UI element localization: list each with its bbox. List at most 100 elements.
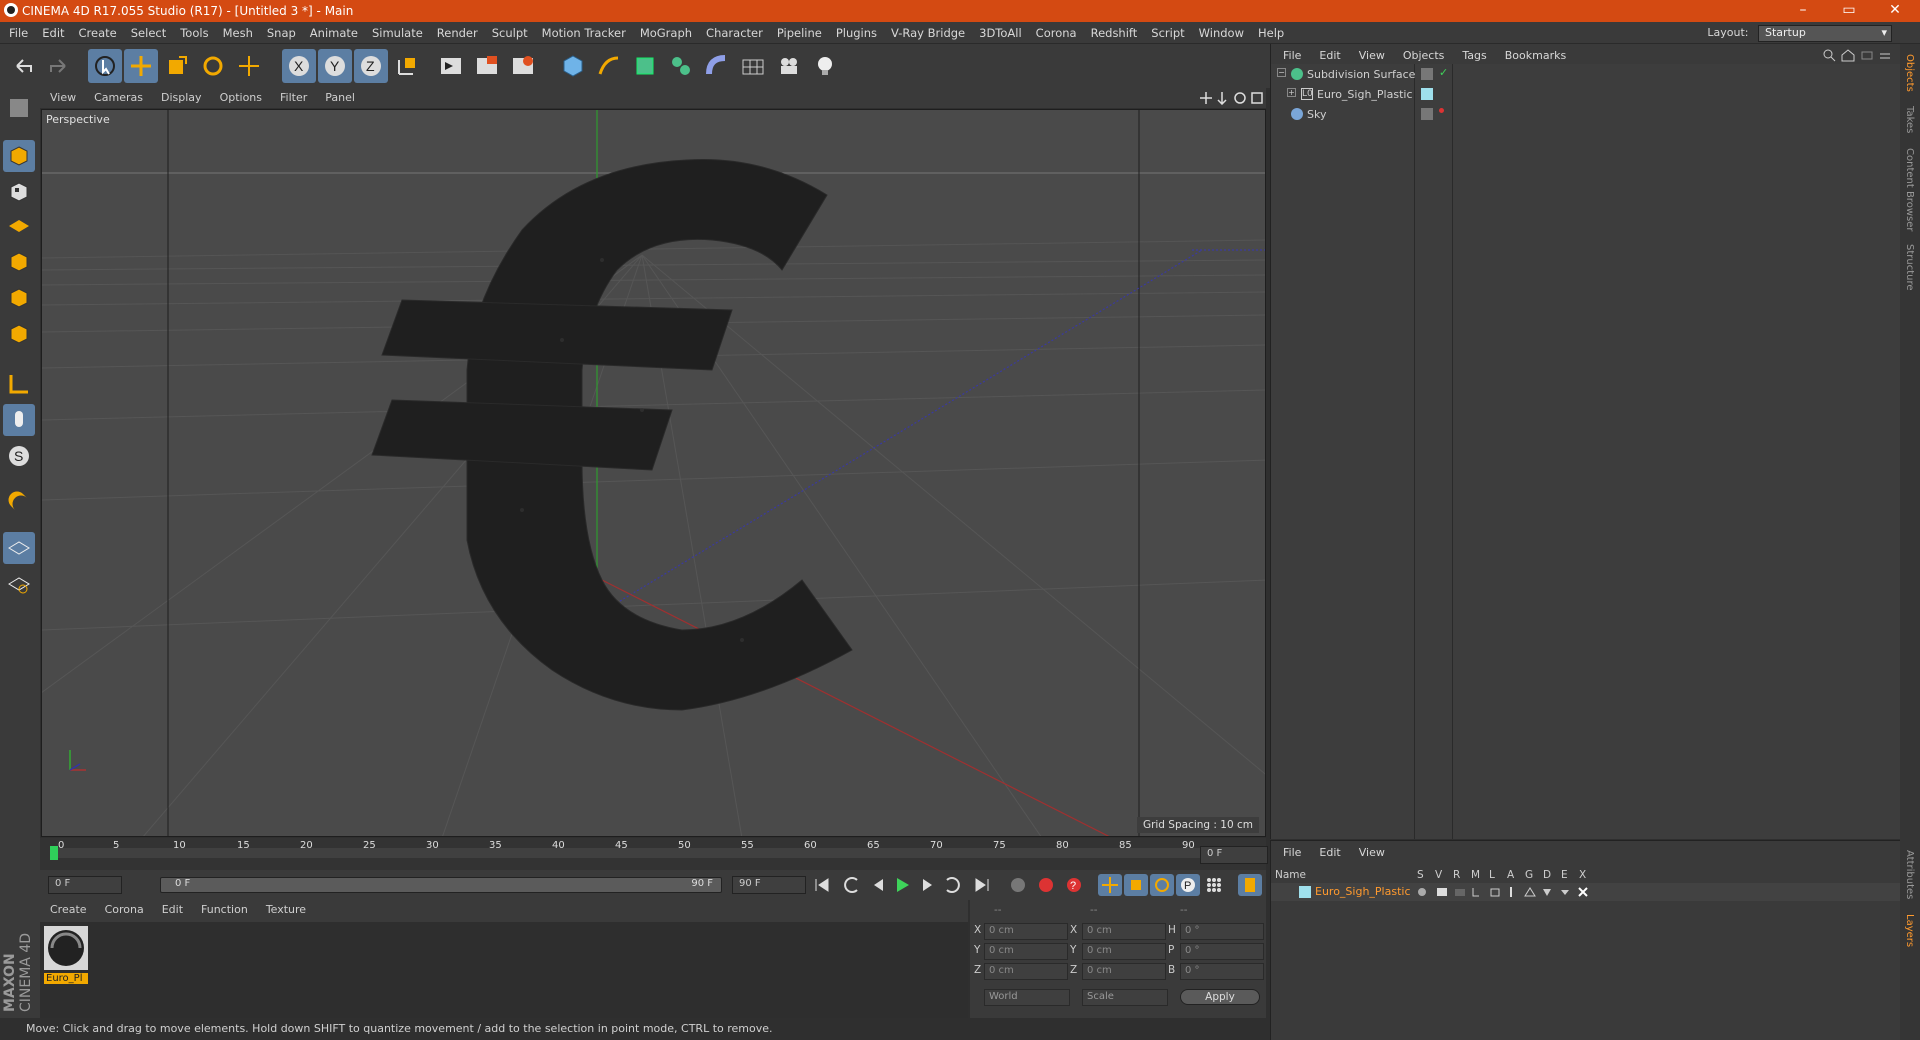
rot-p-field[interactable]: 0 ° [1180,943,1264,960]
tab-objects[interactable]: Objects [1904,54,1915,92]
perspective-viewport[interactable]: Perspective Grid Spacing : 10 cm [41,109,1266,837]
tab-attributes[interactable]: Attributes [1904,850,1915,899]
vp-menu-view[interactable]: View [40,88,84,104]
obj-menu-file[interactable]: File [1271,44,1307,62]
menu-plugins[interactable]: Plugins [827,22,882,40]
points-mode-icon[interactable] [3,246,35,278]
menu-sculpt[interactable]: Sculpt [483,22,533,40]
layer-menu-view[interactable]: View [1347,841,1391,859]
layer-color-swatch[interactable] [1299,886,1311,898]
transform-tool-icon[interactable] [232,49,266,83]
tab-content-browser[interactable]: Content Browser [1904,148,1915,231]
cube-object-icon[interactable] [556,49,590,83]
obj-menu-bookmarks[interactable]: Bookmarks [1493,44,1572,62]
y-axis-lock-icon[interactable]: Y [318,49,352,83]
autokey-icon[interactable] [1034,874,1058,896]
key-parameter-icon[interactable]: P [1176,874,1200,896]
object-manager-nav-icons[interactable] [1822,48,1892,62]
collapse-toggle-icon[interactable]: − [1277,68,1286,77]
prev-key-icon[interactable] [840,874,864,896]
coordinate-system-icon[interactable] [390,49,424,83]
object-row-sky[interactable]: Sky [1271,104,1901,124]
layer-menu-edit[interactable]: Edit [1307,841,1346,859]
frame-range-slider[interactable]: 0 F 90 F [160,877,722,893]
key-position-icon[interactable] [1098,874,1122,896]
menu-edit[interactable]: Edit [33,22,69,40]
rotate-tool-icon[interactable] [196,49,230,83]
rot-b-field[interactable]: 0 ° [1180,963,1264,980]
tab-structure[interactable]: Structure [1904,244,1915,291]
start-frame-field[interactable]: 0 F [48,876,122,894]
polygons-mode-icon[interactable] [3,318,35,350]
menu-character[interactable]: Character [697,22,768,40]
menu-create[interactable]: Create [70,22,122,40]
z-axis-lock-icon[interactable]: Z [354,49,388,83]
mat-menu-edit[interactable]: Edit [152,900,191,916]
obj-menu-view[interactable]: View [1347,44,1391,62]
object-row-subdivision-surface[interactable]: − Subdivision Surface ✓ [1271,64,1901,84]
menu-render[interactable]: Render [428,22,483,40]
menu-mesh[interactable]: Mesh [214,22,258,40]
workplane-mode-icon[interactable] [3,208,35,240]
apply-button[interactable]: Apply [1180,989,1260,1005]
redo-button[interactable] [42,49,76,83]
key-rotation-icon[interactable] [1150,874,1174,896]
menu-snap[interactable]: Snap [258,22,301,40]
model-mode-icon[interactable] [3,140,35,172]
grid-lock-icon[interactable] [3,532,35,564]
prev-frame-icon[interactable] [866,874,890,896]
deformer-icon[interactable] [700,49,734,83]
pen-spline-icon[interactable] [592,49,626,83]
size-x-field[interactable]: 0 cm [1082,923,1166,940]
pos-z-field[interactable]: 0 cm [984,963,1068,980]
menu-corona[interactable]: Corona [1027,22,1082,40]
menu-vray-bridge[interactable]: V-Ray Bridge [882,22,970,40]
live-selection-tool-icon[interactable] [88,49,122,83]
layout-dropdown[interactable]: Startup [1758,25,1892,42]
make-editable-icon[interactable] [3,92,35,124]
size-z-field[interactable]: 0 cm [1082,963,1166,980]
camera-icon[interactable] [772,49,806,83]
viewport-navigation-icons[interactable] [1200,91,1264,105]
obj-menu-edit[interactable]: Edit [1307,44,1346,62]
vp-menu-panel[interactable]: Panel [315,88,363,104]
mat-menu-function[interactable]: Function [191,900,256,916]
end-frame-field[interactable]: 90 F [732,876,806,894]
x-axis-lock-icon[interactable]: X [282,49,316,83]
record-keys-icon[interactable] [1006,874,1030,896]
solo-mode-icon[interactable]: S [3,440,35,472]
grid-rotate-icon[interactable] [3,568,35,600]
expand-toggle-icon[interactable]: + [1287,88,1296,97]
menu-window[interactable]: Window [1190,22,1249,40]
goto-start-icon[interactable] [810,874,834,896]
menu-help[interactable]: Help [1249,22,1289,40]
obj-menu-objects[interactable]: Objects [1391,44,1451,62]
coord-mode-dropdown[interactable]: Scale [1082,989,1168,1006]
cloner-icon[interactable] [664,49,698,83]
goto-end-icon[interactable] [970,874,994,896]
menu-select[interactable]: Select [122,22,171,40]
key-scale-icon[interactable] [1124,874,1148,896]
layer-flag-icons[interactable] [1417,886,1597,898]
status-dot-icon[interactable] [1439,108,1444,113]
menu-redshift[interactable]: Redshift [1082,22,1143,40]
menu-mograph[interactable]: MoGraph [631,22,697,40]
timeline-layout-icon[interactable] [1238,874,1262,896]
close-button[interactable]: ✕ [1872,0,1918,22]
pos-y-field[interactable]: 0 cm [984,943,1068,960]
texture-mode-icon[interactable] [3,176,35,208]
mat-menu-corona[interactable]: Corona [95,900,152,916]
vp-menu-filter[interactable]: Filter [270,88,315,104]
mat-menu-create[interactable]: Create [40,900,95,916]
menu-simulate[interactable]: Simulate [363,22,428,40]
menu-animate[interactable]: Animate [301,22,363,40]
playhead[interactable] [50,846,58,860]
layer-row[interactable]: Euro_Sigh_Plastic [1271,883,1901,901]
subdivision-surface-icon[interactable] [628,49,662,83]
snap-magnet-icon[interactable] [3,486,35,518]
scale-tool-icon[interactable] [160,49,194,83]
mat-menu-texture[interactable]: Texture [256,900,314,916]
layer-menu-file[interactable]: File [1271,841,1307,859]
floor-environment-icon[interactable] [736,49,770,83]
enabled-check-icon[interactable]: ✓ [1439,66,1448,79]
